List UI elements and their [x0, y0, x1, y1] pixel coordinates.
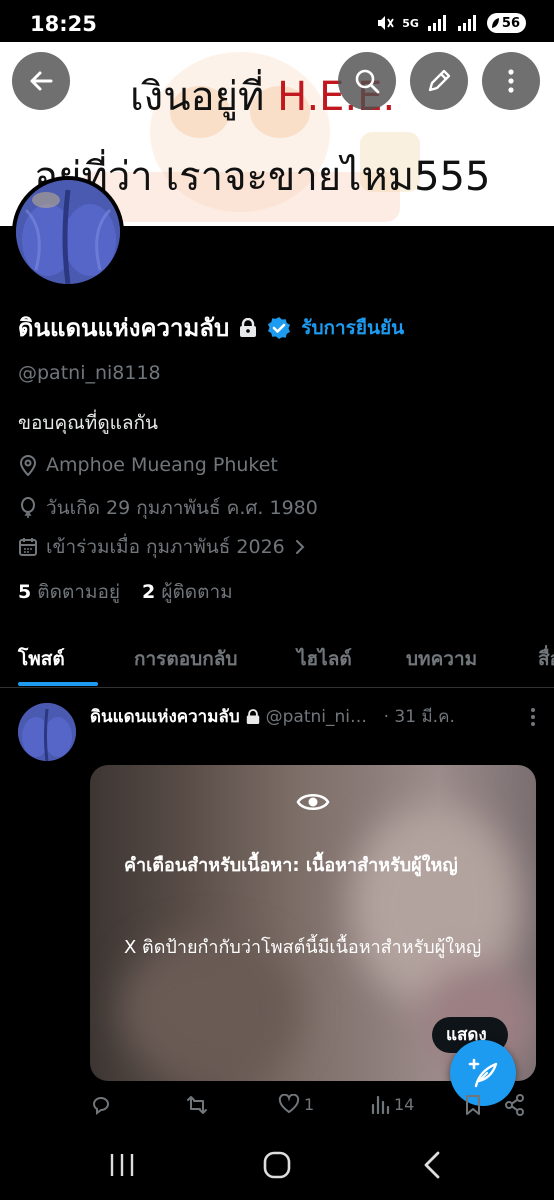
location-pin-icon [19, 455, 37, 476]
share-button[interactable] [504, 1094, 526, 1116]
view-count: 14 [394, 1094, 415, 1114]
network-label: 5G [402, 16, 419, 30]
avatar-image [16, 180, 120, 284]
status-icons: 5G 56 [376, 13, 526, 33]
share-icon [505, 1094, 524, 1116]
battery-indicator: 56 [486, 13, 526, 33]
post-header: ดินแดนแห่งความลับ @patni_ni8118 · 31 มี.… [90, 703, 536, 730]
post-author-name[interactable]: ดินแดนแห่งความลับ [90, 703, 240, 730]
following-link[interactable]: 5 ติดตามอยู่ [18, 577, 120, 607]
arrow-left-icon [30, 71, 53, 91]
profile-avatar[interactable] [12, 176, 124, 288]
location-text: Amphoe Mueang Phuket [46, 454, 278, 476]
active-tab-indicator [18, 682, 98, 686]
post-more-icon[interactable] [530, 707, 536, 727]
profile-joined[interactable]: เข้าร่วมเมื่อ กุมภาพันธ์ 2026 [18, 532, 307, 562]
content-warning-body: X ติดป้ายกำกับว่าโพสต์นี้มีเนื้อหาสำหรับ… [124, 937, 482, 958]
battery-level: 56 [501, 15, 520, 31]
tab-media[interactable]: สื่อ [538, 644, 554, 674]
calendar-icon [19, 538, 37, 556]
post-actions: 1 14 [90, 1094, 536, 1122]
mute-icon [378, 16, 394, 30]
reply-button[interactable] [90, 1094, 112, 1116]
views-button[interactable]: 14 [370, 1094, 414, 1114]
recent-apps-icon[interactable] [108, 1150, 136, 1180]
profile-bio: ขอบคุณที่ดูแลกัน [18, 412, 159, 434]
feather-plus-icon [468, 1058, 498, 1088]
follow-stats: 5 ติดตามอยู่ 2 ผู้ติดตาม [18, 577, 233, 607]
bar-chart-icon [371, 1095, 390, 1114]
eye-icon [296, 793, 330, 811]
edit-button[interactable] [410, 52, 468, 110]
lock-icon [246, 708, 259, 724]
pencil-icon [428, 69, 451, 92]
birthday-text: วันเกิด 29 กุมภาพันธ์ ค.ศ. 1980 [46, 497, 318, 519]
tab-replies[interactable]: การตอบกลับ [134, 644, 237, 674]
joined-text: เข้าร่วมเมื่อ กุมภาพันธ์ 2026 [46, 536, 285, 558]
tab-articles[interactable]: บทความ [406, 644, 477, 674]
chevron-right-icon [295, 540, 305, 554]
like-count: 1 [304, 1094, 315, 1114]
bookmark-button[interactable] [464, 1094, 482, 1116]
get-verified-link[interactable]: รับการยืนยัน [301, 313, 404, 343]
content-warning-title: คำเตือนสำหรับเนื้อหา: เนื้อหาสำหรับผู้ให… [124, 855, 458, 876]
profile-handle: @patni_ni8118 [18, 362, 161, 384]
balloon-icon [21, 497, 35, 518]
post-author-handle: @patni_ni8118 [265, 706, 378, 727]
followers-link[interactable]: 2 ผู้ติดตาม [142, 577, 233, 607]
home-icon[interactable] [262, 1150, 292, 1180]
more-vertical-icon [508, 69, 514, 93]
followers-label: ผู้ติดตาม [161, 581, 233, 603]
signal-icon-2 [457, 15, 476, 31]
repost-button[interactable] [186, 1094, 208, 1116]
banner-text-prefix: เงินอยู่ที่ [130, 74, 278, 120]
more-button[interactable] [482, 52, 540, 110]
tab-posts[interactable]: โพสต์ [18, 644, 65, 674]
post-avatar-image [18, 703, 76, 761]
reply-icon [92, 1097, 109, 1115]
profile-location: Amphoe Mueang Phuket [18, 454, 278, 476]
following-label: ติดตามอยู่ [37, 581, 121, 603]
followers-count: 2 [142, 581, 156, 603]
back-nav-icon[interactable] [420, 1150, 444, 1180]
tab-highlights[interactable]: ไฮไลต์ [297, 644, 352, 674]
display-name: ดินแดนแห่งความลับ [18, 314, 230, 342]
post-author-avatar[interactable] [18, 703, 76, 761]
battery-leaf-icon [491, 18, 499, 28]
heart-icon [278, 1094, 300, 1114]
lock-icon [240, 317, 257, 337]
bookmark-icon [466, 1095, 480, 1115]
back-button[interactable] [12, 52, 70, 110]
profile-birthday: วันเกิด 29 กุมภาพันธ์ ค.ศ. 1980 [18, 493, 318, 523]
profile-name-row: ดินแดนแห่งความลับ รับการยืนยัน [18, 308, 404, 347]
post-timestamp: · 31 มี.ค. [383, 707, 455, 727]
like-button[interactable]: 1 [278, 1094, 314, 1114]
repost-icon [187, 1096, 207, 1114]
status-time: 18:25 [30, 12, 97, 36]
system-navigation-bar [0, 1134, 554, 1200]
sensitive-media-card[interactable]: คำเตือนสำหรับเนื้อหา: เนื้อหาสำหรับผู้ให… [90, 765, 536, 1081]
signal-icon [427, 15, 446, 31]
status-bar: 18:25 5G 56 [0, 0, 554, 42]
verified-badge-icon[interactable] [267, 316, 291, 340]
profile-tabs: โพสต์ การตอบกลับ ไฮไลต์ บทความ สื่อ [0, 630, 554, 688]
search-button[interactable] [338, 52, 396, 110]
following-count: 5 [18, 581, 32, 603]
search-icon [355, 69, 380, 94]
